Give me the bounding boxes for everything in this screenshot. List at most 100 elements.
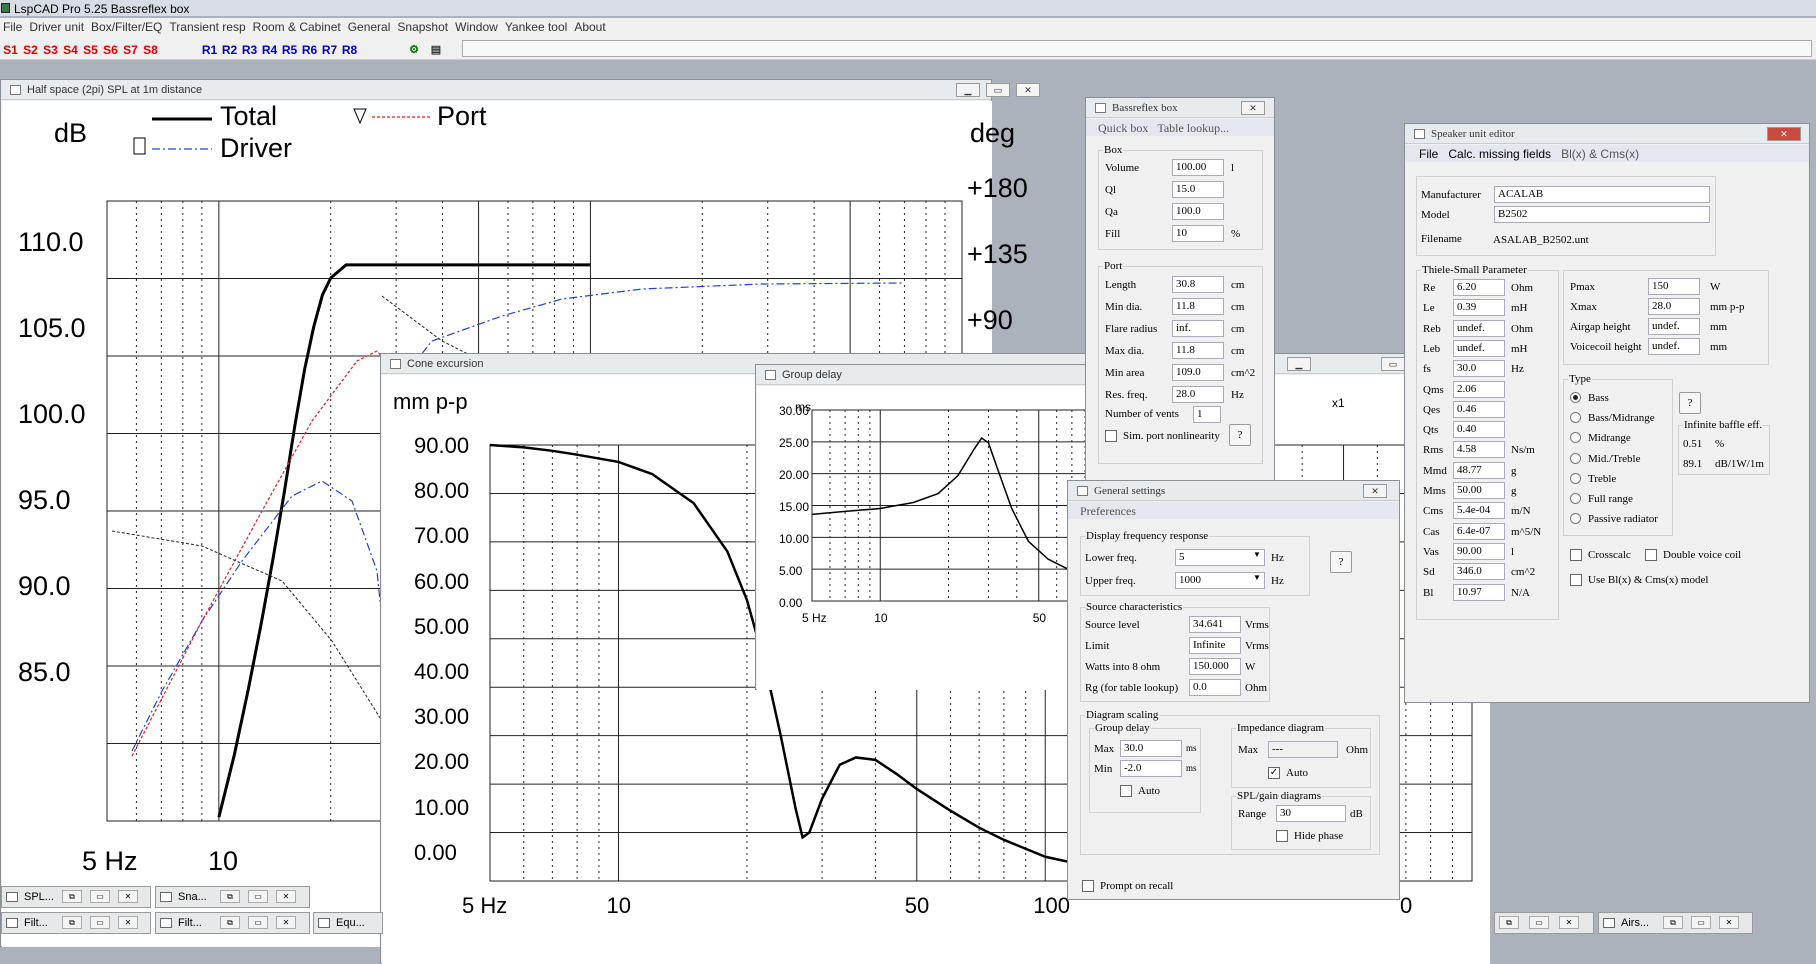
range-input[interactable]: 30 bbox=[1276, 805, 1346, 822]
snapshot-button-s5[interactable]: S5 bbox=[81, 39, 100, 59]
prompt-recall-checkbox[interactable] bbox=[1082, 880, 1094, 892]
snapshot-button-s1[interactable]: S1 bbox=[1, 39, 20, 59]
vents-input[interactable]: 1 bbox=[1193, 406, 1221, 423]
gd-max-input[interactable]: 30.0 bbox=[1120, 740, 1182, 757]
minimize-button[interactable]: ▁ bbox=[956, 83, 980, 97]
menu-general[interactable]: General bbox=[348, 20, 391, 34]
qa-input[interactable]: 100.0 bbox=[1172, 203, 1224, 220]
type-radio-mid-treble[interactable] bbox=[1570, 452, 1581, 464]
snapshot-button-s4[interactable]: S4 bbox=[61, 39, 80, 59]
task-spl[interactable]: SPL... ⧉ ▭ ✕ bbox=[1, 886, 151, 908]
menu-window[interactable]: Window bbox=[455, 20, 498, 34]
close-button[interactable]: ✕ bbox=[276, 916, 296, 929]
recall-button-r2[interactable]: R2 bbox=[220, 39, 239, 59]
recall-button-r5[interactable]: R5 bbox=[280, 39, 299, 59]
close-button[interactable]: ✕ bbox=[1559, 916, 1579, 929]
ts-qms-input[interactable]: 2.06 bbox=[1453, 380, 1505, 398]
type-radio-passive-radiator[interactable] bbox=[1570, 513, 1581, 525]
menu-quick-box[interactable]: Quick box bbox=[1098, 121, 1148, 135]
close-button[interactable]: ✕ bbox=[1363, 484, 1387, 498]
snapshot-button-s6[interactable]: S6 bbox=[101, 39, 120, 59]
snapshot-button-s2[interactable]: S2 bbox=[21, 39, 40, 59]
restore-button[interactable]: ⧉ bbox=[1663, 916, 1683, 929]
spk-help-button[interactable]: ? bbox=[1679, 392, 1701, 414]
menu-driver-unit[interactable]: Driver unit bbox=[29, 20, 84, 34]
close-button[interactable]: ✕ bbox=[1016, 83, 1040, 97]
recall-button-r7[interactable]: R7 bbox=[320, 39, 339, 59]
ts-qts-input[interactable]: 0.40 bbox=[1453, 421, 1505, 439]
task-airspeed[interactable]: Airs... ⧉ ▭ ✕ bbox=[1598, 912, 1753, 934]
task-equalizer[interactable]: Equ... bbox=[313, 912, 383, 934]
group-delay-window[interactable]: Group delay ms 30.00 25.00 20.00 15.00 10.00… bbox=[755, 364, 1120, 690]
ts-le-input[interactable]: 0.39 bbox=[1453, 299, 1505, 317]
type-radio-full-range[interactable] bbox=[1570, 493, 1581, 504]
gd-min-input[interactable]: -2.0 bbox=[1120, 760, 1182, 777]
snapshot-button-s7[interactable]: S7 bbox=[121, 39, 140, 59]
ts-reb-input[interactable]: undef. bbox=[1453, 319, 1505, 337]
minimize-button[interactable]: ▁ bbox=[1287, 357, 1311, 371]
ts-qes-input[interactable]: 0.46 bbox=[1453, 400, 1505, 418]
recall-button-r4[interactable]: R4 bbox=[260, 39, 279, 59]
type-radio-midrange[interactable] bbox=[1570, 432, 1581, 444]
fill-input[interactable]: 10 bbox=[1172, 225, 1224, 242]
recall-button-r1[interactable]: R1 bbox=[200, 39, 219, 59]
chevron-down-icon[interactable]: ▼ bbox=[1253, 550, 1261, 559]
task-filter-2[interactable]: Filt... ⧉ ▭ ✕ bbox=[155, 912, 310, 934]
length-input[interactable]: 30.8 bbox=[1172, 276, 1224, 293]
lower-freq-select[interactable]: 5 bbox=[1175, 549, 1265, 566]
ts-re-input[interactable]: 6.20 bbox=[1453, 279, 1505, 296]
ql-input[interactable]: 15.0 bbox=[1172, 181, 1224, 198]
menu-box-filter-eq[interactable]: Box/Filter/EQ bbox=[91, 20, 162, 34]
close-button[interactable]: ✕ bbox=[1719, 916, 1739, 929]
maximize-button[interactable]: ▭ bbox=[1691, 916, 1711, 929]
restore-button[interactable]: ⧉ bbox=[62, 916, 82, 929]
double-voice-coil-checkbox[interactable] bbox=[1645, 549, 1657, 561]
min-dia-input[interactable]: 11.8 bbox=[1172, 298, 1224, 315]
maximize-button[interactable]: ▭ bbox=[1529, 916, 1549, 929]
sim-port-checkbox[interactable] bbox=[1105, 430, 1117, 442]
ts-vas-input[interactable]: 90.00 bbox=[1453, 542, 1505, 560]
volume-input[interactable]: 100.00 bbox=[1172, 159, 1224, 176]
maximize-button[interactable]: ▭ bbox=[1381, 357, 1405, 371]
close-button[interactable]: ✕ bbox=[1767, 127, 1801, 141]
ts-mmd-input[interactable]: 48.77 bbox=[1453, 461, 1505, 479]
maximize-button[interactable]: ▭ bbox=[90, 890, 110, 903]
maximize-button[interactable]: ▭ bbox=[248, 916, 268, 929]
crosscalc-checkbox[interactable] bbox=[1570, 549, 1582, 561]
wizard-icon[interactable]: ⚙ bbox=[405, 39, 423, 59]
voicecoil-height-input[interactable]: undef. bbox=[1648, 338, 1700, 355]
xmax-input[interactable]: 28.0 bbox=[1648, 298, 1700, 315]
br-help-button[interactable]: ? bbox=[1229, 424, 1251, 446]
ts-fs-input[interactable]: 30.0 bbox=[1453, 360, 1505, 378]
close-button[interactable]: ✕ bbox=[276, 890, 296, 903]
gd-auto-checkbox[interactable] bbox=[1120, 785, 1132, 797]
restore-button[interactable]: ⧉ bbox=[62, 890, 82, 903]
pmax-input[interactable]: 150 bbox=[1648, 278, 1700, 295]
watts-into-8-ohm-input[interactable]: 150.000 bbox=[1189, 658, 1241, 675]
menu-yankee-tool[interactable]: Yankee tool bbox=[505, 20, 568, 34]
menu-preferences[interactable]: Preferences bbox=[1080, 504, 1136, 518]
ts-sd-input[interactable]: 346.0 bbox=[1453, 563, 1505, 581]
maximize-button[interactable]: ▭ bbox=[986, 83, 1010, 97]
imp-max-input[interactable]: --- bbox=[1268, 741, 1338, 758]
max-dia-input[interactable]: 11.8 bbox=[1172, 342, 1224, 359]
ts-bl-input[interactable]: 10.97 bbox=[1453, 583, 1505, 601]
ts-mms-input[interactable]: 50.00 bbox=[1453, 482, 1505, 499]
ts-cas-input[interactable]: 6.4e-07 bbox=[1453, 522, 1505, 540]
snapshot-button-s8[interactable]: S8 bbox=[141, 39, 160, 59]
close-button[interactable]: ✕ bbox=[118, 916, 138, 929]
task-hidden[interactable]: ⧉ ▭ ✕ bbox=[1494, 912, 1594, 934]
model-input[interactable]: B2502 bbox=[1494, 206, 1710, 223]
task-snapshot[interactable]: Sna... ⧉ ▭ ✕ bbox=[155, 886, 310, 908]
ts-rms-input[interactable]: 4.58 bbox=[1453, 441, 1505, 459]
type-radio-bass[interactable] bbox=[1570, 392, 1581, 403]
rg-for-table-lookup-input[interactable]: 0.0 bbox=[1189, 679, 1241, 696]
type-radio-treble[interactable] bbox=[1570, 472, 1581, 484]
gs-help-button[interactable]: ? bbox=[1330, 551, 1352, 573]
hide-phase-checkbox[interactable] bbox=[1276, 830, 1288, 842]
type-radio-bass-midrange[interactable] bbox=[1570, 412, 1581, 424]
restore-button[interactable]: ⧉ bbox=[220, 916, 240, 929]
airgap-height-input[interactable]: undef. bbox=[1648, 318, 1700, 335]
menu-transient-resp[interactable]: Transient resp bbox=[169, 20, 245, 34]
chevron-down-icon[interactable]: ▼ bbox=[1253, 573, 1261, 582]
